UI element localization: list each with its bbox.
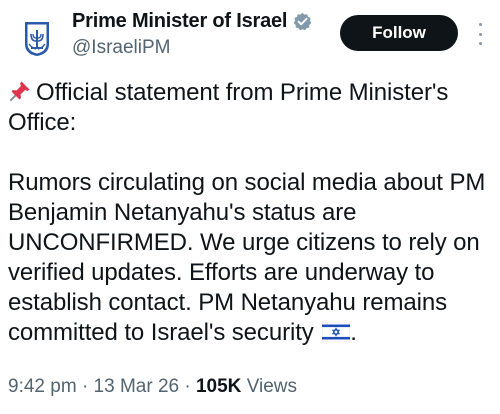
meta-separator: · — [81, 376, 89, 397]
more-options-icon[interactable] — [478, 23, 482, 45]
post-meta: 9:42 pm · 13 Mar 26 · 105K Views — [8, 376, 297, 398]
account-header: Prime Minister of Israel @IsraeliPM — [72, 10, 312, 59]
follow-button[interactable]: Follow — [340, 15, 458, 51]
post-card: Prime Minister of Israel @IsraeliPM Foll… — [0, 0, 500, 414]
meta-separator: · — [184, 376, 191, 397]
post-text-line-2: Rumors circulating on social media about… — [8, 169, 486, 346]
post-text-end: . — [350, 319, 357, 346]
post-text-line-1: Official statement from Prime Minister's… — [8, 79, 449, 136]
post-time[interactable]: 9:42 pm — [8, 376, 77, 397]
avatar[interactable] — [14, 14, 60, 60]
views-label: Views — [246, 376, 298, 397]
display-name[interactable]: Prime Minister of Israel — [72, 10, 287, 33]
state-emblem-icon — [14, 14, 60, 60]
post-paragraph-2: Rumors circulating on social media about… — [8, 168, 492, 348]
account-handle[interactable]: @IsraeliPM — [72, 37, 312, 59]
post-date[interactable]: 13 Mar 26 — [94, 376, 180, 397]
verified-badge-icon — [293, 12, 312, 31]
post-paragraph-1: Official statement from Prime Minister's… — [8, 78, 492, 138]
views-count[interactable]: 105K — [196, 376, 241, 397]
israel-flag-icon — [322, 322, 351, 342]
pushpin-icon — [10, 81, 30, 101]
post-text: Official statement from Prime Minister's… — [8, 78, 492, 348]
